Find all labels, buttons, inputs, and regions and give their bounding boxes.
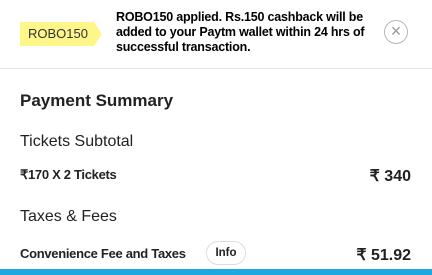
promo-message: ROBO150 applied. Rs.150 cashback will be… <box>116 10 365 54</box>
taxes-fees-label: Taxes & Fees <box>20 208 117 225</box>
tickets-subtotal-label: Tickets Subtotal <box>20 133 134 150</box>
convenience-fee-amount: ₹ 51.92 <box>356 247 411 264</box>
convenience-fee-detail: Convenience Fee and Taxes <box>20 246 186 261</box>
bottom-accent-bar <box>0 269 432 275</box>
payment-summary-title: Payment Summary <box>20 91 174 110</box>
tickets-amount: ₹ 340 <box>369 168 411 185</box>
tickets-detail: ₹170 X 2 Tickets <box>20 167 117 182</box>
close-icon[interactable]: × <box>384 20 408 44</box>
coupon-code-tag: ROBO150 <box>20 22 102 46</box>
promo-banner: ROBO150 ROBO150 applied. Rs.150 cashback… <box>0 0 432 69</box>
payment-summary-card: Payment Summary Tickets Subtotal ₹170 X … <box>0 69 432 269</box>
info-button[interactable]: Info <box>206 241 246 265</box>
